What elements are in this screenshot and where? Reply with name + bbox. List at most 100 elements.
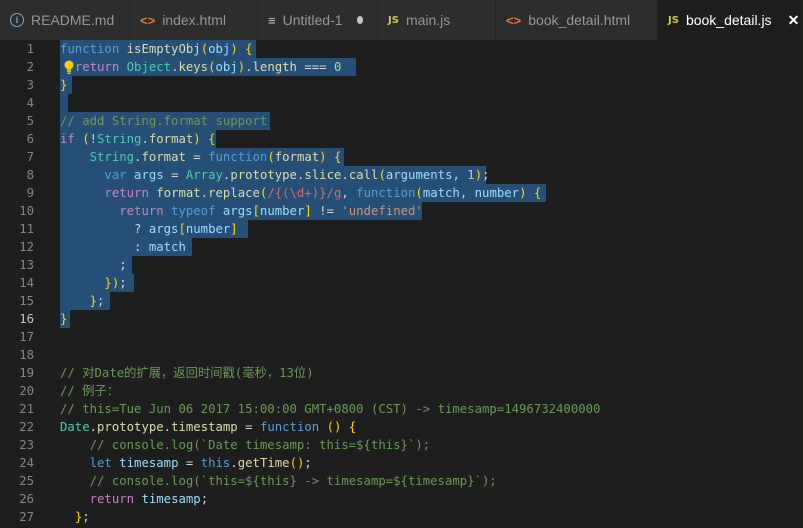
code-text: };	[89, 294, 105, 308]
html-code-icon: <>	[140, 12, 156, 28]
code-text: return typeof args[number] != 'undefined…	[119, 204, 423, 218]
code-line: 2 return Object.keys(obj).length === 0	[0, 58, 803, 76]
code-line: 24 let timesamp = this.getTime();	[0, 454, 803, 472]
line-number: 13	[19, 258, 34, 272]
unsaved-dot-icon[interactable]	[356, 16, 363, 24]
line-number: 25	[19, 474, 34, 488]
code-text: };	[74, 510, 90, 524]
line-number: 20	[19, 384, 34, 398]
tab-book-detail-js[interactable]: JS book_detail.js ✕	[658, 0, 803, 40]
code-line: 13 ;	[0, 256, 803, 274]
code-line: 11 ? args[number]	[0, 220, 803, 238]
code-line: 10 return typeof args[number] != 'undefi…	[0, 202, 803, 220]
editor-tab-bar: i README.md <> index.html ≡ Untitled-1 J…	[0, 0, 803, 40]
code-line: 14 });	[0, 274, 803, 292]
code-line: 21 // this=Tue Jun 06 2017 15:00:00 GMT+0…	[0, 400, 803, 418]
js-icon: JS	[388, 14, 399, 26]
code-line: 19 // 对Date的扩展，返回时间戳(毫秒，13位)	[0, 364, 803, 382]
code-line: 6 if (!String.format) {	[0, 130, 803, 148]
code-line: 5 // add String.format support	[0, 112, 803, 130]
line-number: 14	[19, 276, 34, 290]
line-number: 1	[26, 42, 34, 56]
code-line: 20 // 例子：	[0, 382, 803, 400]
code-text: // 例子：	[60, 384, 120, 398]
code-line: 7 String.format = function(format) {	[0, 148, 803, 166]
line-number: 26	[19, 492, 34, 506]
line-number: 11	[19, 222, 34, 236]
tab-label: README.md	[31, 12, 115, 28]
line-number: 21	[19, 402, 34, 416]
code-line: 3}	[0, 76, 803, 94]
code-text: function isEmptyObj(obj) {	[60, 42, 253, 56]
line-number: 22	[19, 420, 34, 434]
code-text: // 对Date的扩展，返回时间戳(毫秒，13位)	[60, 366, 314, 380]
line-number: 27	[19, 510, 34, 524]
code-line: 17	[0, 328, 803, 346]
code-text: }	[60, 78, 68, 92]
code-line: 9 return format.replace(/{(\d+)}/g, func…	[0, 184, 803, 202]
tab-main-js[interactable]: JS main.js	[378, 0, 496, 40]
line-number: 6	[26, 132, 34, 146]
line-number: 9	[26, 186, 34, 200]
code-text: });	[104, 276, 127, 290]
tab-untitled-1[interactable]: ≡ Untitled-1	[258, 0, 378, 40]
code-text: // console.log(`Date timesamp: this=${th…	[60, 438, 431, 452]
tab-label: main.js	[405, 12, 451, 28]
tab-label: book_detail.js	[685, 12, 772, 28]
info-icon: i	[10, 13, 24, 27]
code-text: ? args[number]	[60, 222, 238, 236]
line-number: 4	[26, 96, 34, 110]
code-text: return Object.keys(obj).length === 0	[74, 60, 342, 74]
code-line: 8 var args = Array.prototype.slice.call(…	[0, 166, 803, 184]
line-number: 8	[26, 168, 34, 182]
line-number: 18	[19, 348, 34, 362]
code-text: Date.prototype.timestamp = function () {	[60, 420, 357, 434]
js-icon: JS	[668, 14, 679, 26]
code-text: return format.replace(/{(\d+)}/g, functi…	[104, 186, 542, 200]
line-number: 24	[19, 456, 34, 470]
code-text: : match	[60, 240, 186, 254]
line-number: 12	[19, 240, 34, 254]
text-lines-icon: ≡	[268, 12, 276, 28]
code-text: }	[60, 312, 68, 326]
lightbulb-icon[interactable]	[63, 59, 75, 75]
tab-readme[interactable]: i README.md	[0, 0, 130, 40]
code-text: if (!String.format) {	[60, 132, 216, 146]
line-number: 7	[26, 150, 34, 164]
code-line: 26 return timesamp;	[0, 490, 803, 508]
code-text: var args = Array.prototype.slice.call(ar…	[104, 168, 490, 182]
code-text: // console.log(`this=${this} -> timesamp…	[60, 474, 497, 488]
close-icon[interactable]: ✕	[788, 12, 800, 29]
code-line: 15 };	[0, 292, 803, 310]
code-text: // this=Tue Jun 06 2017 15:00:00 GMT+080…	[60, 402, 601, 416]
code-text: return timesamp;	[89, 492, 209, 506]
code-line: 23 // console.log(`Date timesamp: this=$…	[0, 436, 803, 454]
line-number: 15	[19, 294, 34, 308]
line-number: 16	[19, 312, 34, 326]
line-number: 19	[19, 366, 34, 380]
line-number: 17	[19, 330, 34, 344]
line-number: 23	[19, 438, 34, 452]
code-line: 18	[0, 346, 803, 364]
tab-label: index.html	[162, 12, 226, 28]
code-text: String.format = function(format) {	[89, 150, 342, 164]
code-editor[interactable]: 1 function isEmptyObj(obj) { 2 return Obj…	[0, 40, 803, 528]
code-line: 16}	[0, 310, 803, 328]
code-line: 25 // console.log(`this=${this} -> times…	[0, 472, 803, 490]
line-number: 10	[19, 204, 34, 218]
tab-label: book_detail.html	[528, 12, 631, 28]
tab-label: Untitled-1	[282, 12, 343, 28]
tab-index-html[interactable]: <> index.html	[130, 0, 258, 40]
line-number: 5	[26, 114, 34, 128]
code-line: 4	[0, 94, 803, 112]
code-line: 27 };	[0, 508, 803, 526]
tab-book-detail-html[interactable]: <> book_detail.html	[496, 0, 658, 40]
code-line: 22 Date.prototype.timestamp = function ()…	[0, 418, 803, 436]
code-text: let timesamp = this.getTime();	[89, 456, 312, 470]
code-line: 12 : match	[0, 238, 803, 256]
line-number: 2	[26, 60, 34, 74]
html-code-icon: <>	[506, 12, 522, 28]
code-text: // add String.format support	[60, 114, 268, 128]
code-line: 1 function isEmptyObj(obj) {	[0, 40, 803, 58]
selection-highlight	[60, 94, 68, 112]
